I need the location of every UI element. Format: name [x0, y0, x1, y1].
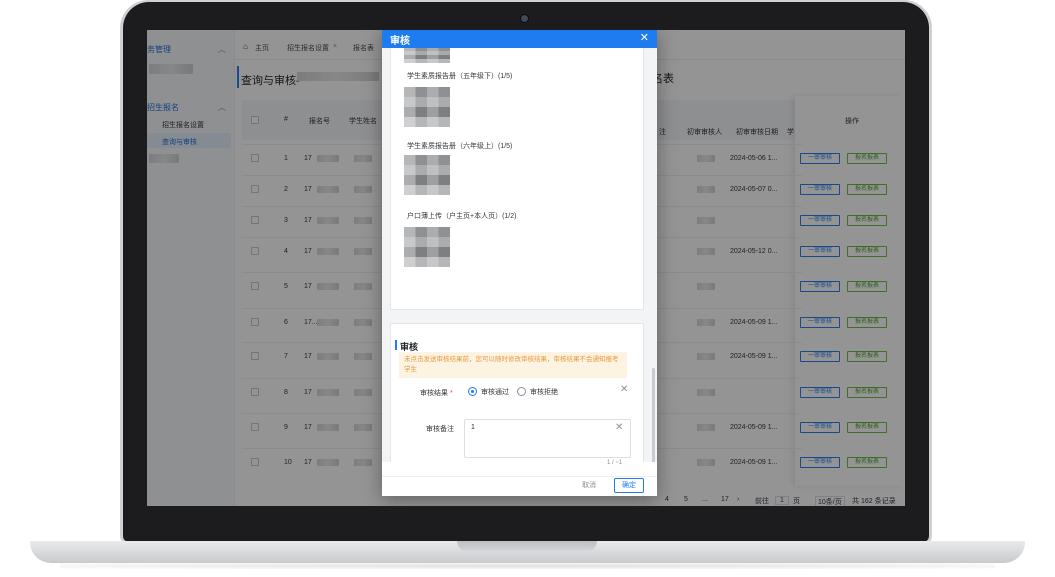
attachment-thumbnail[interactable] — [404, 155, 450, 195]
attachment-thumbnail[interactable] — [404, 87, 450, 127]
radio-approve[interactable] — [468, 387, 477, 396]
remark-label: 审核备注 — [426, 426, 454, 433]
clear-icon[interactable]: ✕ — [620, 384, 628, 395]
camera-icon — [521, 15, 528, 22]
radio-reject[interactable] — [517, 387, 526, 396]
laptop-notch — [457, 541, 597, 551]
char-counter: 1 / ~1 — [607, 460, 623, 466]
attachment-label: 学生素质报告册（五年级下）(1/5) — [407, 73, 513, 80]
radio-approve-label[interactable]: 审核通过 — [481, 387, 509, 397]
clear-icon[interactable]: ✕ — [615, 422, 623, 433]
attachment-label: 户口薄上传（户主页+本人页）(1/2) — [407, 213, 517, 220]
review-warning: 未点击发送审核结果前，您可以随时修改审核结果，审核结果不会通知报考学生 — [399, 352, 627, 378]
laptop-mockup: 务管理 ︿ 招生报名 ︿ 招生报名设置 查询与审核 ⌂ 主页 招生报名设置 × … — [0, 0, 1055, 577]
attachment-thumbnail[interactable] — [404, 227, 450, 267]
attachments-card: 学生素质报告册（五年级下）(1/5) 学生素质报告册（六年级上）(1/5) 户口… — [390, 48, 644, 310]
remark-value: 1 — [471, 424, 475, 431]
cancel-button[interactable]: 取消 — [582, 480, 596, 490]
dialog-body: 学生素质报告册（五年级下）(1/5) 学生素质报告册（六年级上）(1/5) 户口… — [382, 48, 657, 462]
attachment-label: 学生素质报告册（六年级上）(1/5) — [407, 143, 513, 150]
section-accent — [395, 340, 397, 350]
dialog-scrollbar[interactable] — [652, 368, 655, 462]
remark-textarea[interactable]: 1 ✕ — [464, 419, 631, 458]
dialog-footer: 取消 确定 — [382, 476, 657, 496]
dialog-title: 审核 — [390, 36, 410, 47]
dialog-header: 审核 ✕ — [382, 30, 657, 48]
close-icon[interactable]: ✕ — [640, 31, 649, 44]
laptop-shadow — [60, 563, 995, 569]
confirm-button[interactable]: 确定 — [614, 478, 644, 493]
review-dialog: 审核 ✕ 学生素质报告册（五年级下）(1/5) 学生素质报告册（六年级上）(1/… — [382, 30, 657, 496]
radio-reject-label[interactable]: 审核拒绝 — [530, 387, 558, 397]
attachment-thumbnail[interactable] — [404, 48, 450, 63]
screen: 务管理 ︿ 招生报名 ︿ 招生报名设置 查询与审核 ⌂ 主页 招生报名设置 × … — [147, 30, 905, 506]
result-label: 审核结果 * — [420, 390, 453, 397]
